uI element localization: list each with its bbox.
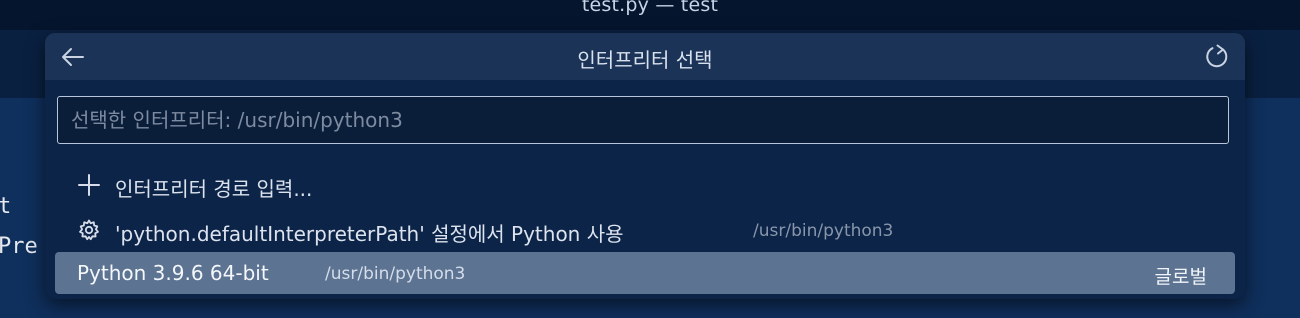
quick-pick-title: 인터프리터 선택 [577, 48, 713, 72]
enter-interpreter-path-item[interactable]: 인터프리터 경로 입력... [55, 164, 1235, 206]
item-label: Python 3.9.6 64-bit [77, 261, 269, 285]
scope-badge: 글로벌 [1154, 266, 1207, 288]
plus-icon [77, 173, 101, 197]
interpreter-search-input[interactable] [58, 97, 1228, 143]
item-description: /usr/bin/python3 [753, 221, 894, 241]
default-interpreter-path-item[interactable]: 'python.defaultInterpreterPath' 설정에서 Pyt… [55, 209, 1235, 251]
window-title: test.py — test [581, 0, 719, 16]
code-fragment: Pre [0, 234, 38, 259]
interpreter-quick-pick: 인터프리터 선택 인터프리터 경로 입력... 'py [45, 33, 1245, 299]
interpreter-search-box[interactable] [57, 96, 1229, 144]
item-label: 인터프리터 경로 입력... [115, 177, 313, 201]
code-fragment: t [0, 194, 12, 219]
item-label: 'python.defaultInterpreterPath' 설정에서 Pyt… [115, 222, 624, 246]
title-bar: test.py — test [0, 0, 1300, 30]
gear-icon [77, 218, 101, 242]
refresh-icon[interactable] [1203, 43, 1231, 71]
python-3-9-6-interpreter-item[interactable]: Python 3.9.6 64-bit /usr/bin/python3 글로벌 [55, 252, 1235, 294]
item-description: /usr/bin/python3 [325, 264, 466, 284]
quick-pick-header: 인터프리터 선택 [45, 33, 1245, 80]
